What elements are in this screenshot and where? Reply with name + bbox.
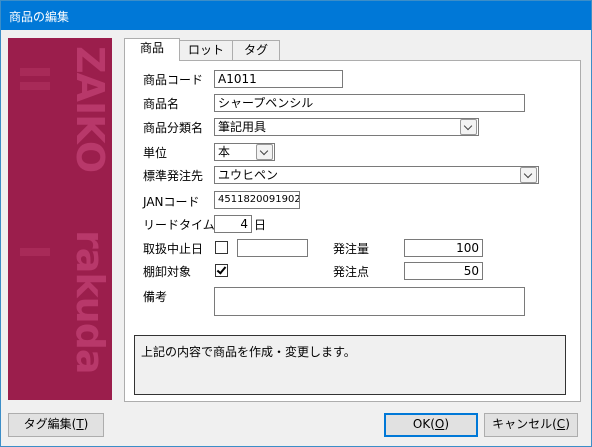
order-point-field[interactable]: 50 — [404, 262, 483, 280]
ok-button[interactable]: OK(O) — [384, 413, 478, 437]
chevron-down-icon[interactable] — [520, 167, 537, 183]
leadtime-field[interactable]: 4 — [214, 215, 252, 233]
unit-select[interactable]: 本 — [214, 143, 275, 161]
logo-text-bottom: rakuda — [68, 230, 112, 374]
ok-label-end: ) — [444, 417, 450, 431]
discontinued-date-field[interactable] — [237, 239, 308, 257]
order-point-label: 発注点 — [333, 265, 370, 279]
unit-value: 本 — [218, 145, 231, 159]
cancel-accesskey: C — [556, 417, 566, 431]
tag-edit-label-end: ) — [83, 417, 89, 431]
category-label: 商品分類名 — [143, 121, 204, 135]
code-label: 商品コード — [143, 73, 204, 87]
unit-label: 単位 — [143, 146, 168, 160]
tab-tag[interactable]: タグ — [232, 40, 280, 61]
order-qty-field[interactable]: 100 — [404, 239, 483, 257]
order-qty-label: 発注量 — [333, 242, 370, 256]
cancel-label: キャンセル( — [492, 417, 557, 431]
tag-edit-button[interactable]: タグ編集(T) — [8, 413, 104, 437]
supplier-label: 標準発注先 — [143, 169, 204, 183]
sidebar-decoration — [20, 68, 50, 76]
jan-field[interactable]: 4511820091902 — [214, 191, 300, 209]
jan-label: JANコード — [143, 195, 200, 209]
category-select[interactable]: 筆記用具 — [214, 118, 479, 136]
tab-lot[interactable]: ロット — [178, 40, 234, 61]
tag-edit-accesskey: T — [76, 417, 84, 431]
discontinued-checkbox[interactable] — [215, 241, 228, 254]
tab-product[interactable]: 商品 — [124, 38, 180, 61]
brand-sidebar: ZAIKO rakuda — [8, 38, 112, 400]
supplier-select[interactable]: ユウヒペン — [214, 166, 539, 184]
leadtime-label: リードタイム — [143, 218, 215, 232]
memo-label: 備考 — [143, 290, 168, 304]
supplier-value: ユウヒペン — [218, 168, 279, 182]
ok-accesskey: O — [434, 417, 445, 431]
memo-textarea[interactable] — [214, 287, 525, 316]
cancel-button[interactable]: キャンセル(C) — [484, 413, 578, 437]
title-bar[interactable]: 商品の編集 — [1, 1, 591, 30]
tag-edit-label: タグ編集( — [23, 417, 77, 431]
status-message: 上記の内容で商品を作成・変更します。 — [141, 345, 356, 359]
stocktake-label: 棚卸対象 — [143, 265, 192, 279]
chevron-down-icon[interactable] — [256, 144, 273, 160]
ok-label: OK( — [412, 417, 435, 431]
stocktake-checkbox[interactable] — [215, 264, 228, 277]
window-title: 商品の編集 — [9, 10, 70, 24]
sidebar-decoration — [20, 82, 50, 90]
discontinued-label: 取扱中止日 — [143, 242, 204, 256]
status-message-box: 上記の内容で商品を作成・変更します。 — [134, 335, 566, 395]
name-label: 商品名 — [143, 97, 180, 111]
name-field[interactable]: シャープペンシル — [214, 94, 525, 112]
cancel-label-end: ) — [565, 417, 570, 431]
leadtime-unit: 日 — [254, 218, 267, 232]
chevron-down-icon[interactable] — [460, 119, 477, 135]
code-field[interactable]: A1011 — [214, 70, 343, 88]
sidebar-decoration — [20, 248, 50, 256]
category-value: 筆記用具 — [218, 120, 267, 134]
logo-text-top: ZAIKO — [68, 46, 112, 173]
